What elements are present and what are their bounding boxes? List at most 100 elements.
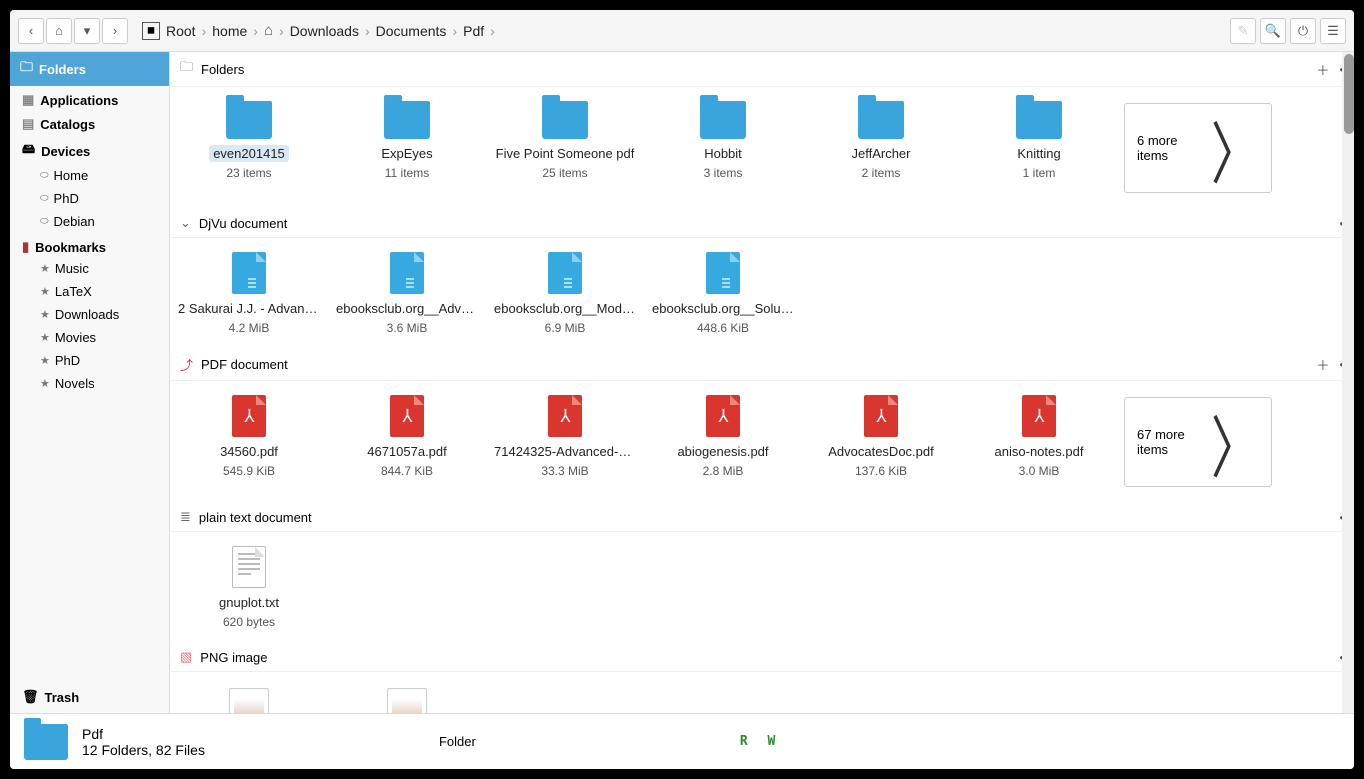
star-icon: ★: [40, 331, 50, 344]
folder-outline-icon: 🗀: [180, 58, 193, 80]
sidebar-item-home[interactable]: ⬭Home: [10, 164, 169, 187]
item-sub: 2 items: [804, 166, 958, 180]
item-sub: 11 items: [330, 166, 484, 180]
item-sub: 33.3 MiB: [488, 464, 642, 478]
nav-forward-button[interactable]: ›: [102, 18, 128, 44]
file-item[interactable]: even20141523 items: [170, 97, 328, 199]
nav-up-button[interactable]: ▾: [74, 18, 100, 44]
status-rw: R W: [740, 734, 781, 749]
file-item[interactable]: ⅄34560.pdf545.9 KiB: [170, 391, 328, 493]
group-header[interactable]: ≣plain text document•: [170, 503, 1354, 532]
folder-icon: [384, 101, 430, 139]
file-item[interactable]: 2 Sakurai J.J. - Advanced ...4.2 MiB: [170, 248, 328, 339]
nav-home-button[interactable]: ⌂: [46, 18, 72, 44]
item-sub: 448.6 KiB: [646, 321, 800, 335]
sidebar-item-novels[interactable]: ★Novels: [10, 372, 169, 395]
status-type: Folder: [439, 734, 476, 749]
nav-back-button[interactable]: ‹: [18, 18, 44, 44]
status-name: Pdf: [82, 726, 205, 742]
sidebar-item-downloads[interactable]: ★Downloads: [10, 303, 169, 326]
sidebar-item-label: LaTeX: [55, 284, 92, 299]
breadcrumb-documents[interactable]: Documents: [376, 23, 447, 39]
file-item[interactable]: ⅄abiogenesis.pdf2.8 MiB: [644, 391, 802, 493]
search-icon[interactable]: 🔍: [1260, 18, 1286, 44]
scrollbar-thumb[interactable]: [1344, 54, 1354, 134]
sidebar-trash[interactable]: 🗑 Trash: [10, 681, 169, 713]
toolbar: ‹ ⌂ ▾ › ◼ Root › home › ⌂ › Downloads › …: [10, 10, 1354, 52]
sidebar-item-phd[interactable]: ⬭PhD: [10, 187, 169, 210]
breadcrumb-downloads[interactable]: Downloads: [290, 23, 359, 39]
item-name: 2 Sakurai J.J. - Advanced ...: [174, 300, 324, 317]
pdf-badge-icon: ⤴: [180, 355, 193, 374]
file-item[interactable]: ⅄4671057a.pdf844.7 KiB: [328, 391, 486, 493]
file-item[interactable]: ExpEyes 11 items: [328, 97, 486, 199]
file-item[interactable]: ebooksclub.org__Advance...3.6 MiB: [328, 248, 486, 339]
sidebar-folders-header[interactable]: 🗀 Folders: [10, 52, 169, 86]
chevron-right-icon: ›: [279, 23, 284, 39]
more-items-button[interactable]: 67 more items〉: [1124, 397, 1272, 487]
sidebar-applications-label: Applications: [40, 93, 118, 108]
sidebar-devices[interactable]: 🖴 Devices: [10, 134, 169, 164]
items-row: even20141523 items ExpEyes 11 itemsFive Po…: [170, 87, 1354, 209]
file-item[interactable]: gnuplot.txt620 bytes: [170, 542, 328, 633]
edit-icon[interactable]: ✎: [1230, 18, 1256, 44]
root-icon[interactable]: ◼: [142, 22, 160, 40]
pdf-icon: ⅄: [232, 395, 266, 437]
scrollbar[interactable]: [1342, 52, 1354, 713]
file-item[interactable]: ⅄71424325-Advanced-Quant...33.3 MiB: [486, 391, 644, 493]
group-title: Folders: [201, 62, 244, 77]
item-name: ebooksclub.org__Solution...: [648, 300, 798, 317]
file-item[interactable]: Five Point Someone pdf25 items: [486, 97, 644, 199]
menu-icon[interactable]: ☰: [1320, 18, 1346, 44]
item-sub: 6.9 MiB: [488, 321, 642, 335]
sidebar-item-music[interactable]: ★Music: [10, 257, 169, 280]
items-row: ⅄34560.pdf545.9 KiB⅄4671057a.pdf844.7 Ki…: [170, 381, 1354, 503]
power-icon[interactable]: ⏻: [1290, 18, 1316, 44]
group-header[interactable]: ⌄DjVu document•: [170, 209, 1354, 238]
item-sub: 25 items: [488, 166, 642, 180]
file-item[interactable]: fet-sbezier.png5.2 KiB: [328, 682, 486, 713]
item-sub: 23 items: [172, 166, 326, 180]
file-item[interactable]: fet-csplines.png5.2 KiB: [170, 682, 328, 713]
folder-icon: [700, 101, 746, 139]
sidebar-bookmarks-label: Bookmarks: [35, 240, 106, 255]
add-icon[interactable]: ＋: [1316, 60, 1329, 79]
sidebar-item-phd[interactable]: ★PhD: [10, 349, 169, 372]
file-item[interactable]: ebooksclub.org__Solution... 448.6 KiB: [644, 248, 802, 339]
group-title: DjVu document: [199, 216, 287, 231]
sidebar-item-movies[interactable]: ★Movies: [10, 326, 169, 349]
item-name: Hobbit: [700, 145, 746, 162]
breadcrumb-home[interactable]: home: [212, 23, 247, 39]
status-summary: 12 Folders, 82 Files: [82, 742, 205, 758]
item-name: abiogenesis.pdf: [673, 443, 772, 460]
group-title: PDF document: [201, 357, 288, 372]
group-header[interactable]: ⤴PDF document＋•: [170, 349, 1354, 381]
item-name: ExpEyes: [377, 145, 436, 162]
file-item[interactable]: Hobbit3 items: [644, 97, 802, 199]
group-header[interactable]: ▧PNG image•: [170, 643, 1354, 672]
sidebar-bookmarks[interactable]: ▮ Bookmarks: [10, 233, 169, 257]
item-sub: 545.9 KiB: [172, 464, 326, 478]
more-items-button[interactable]: 6 more items〉: [1124, 103, 1272, 193]
star-icon: ★: [40, 285, 50, 298]
file-item[interactable]: Knitting1 item: [960, 97, 1118, 199]
file-item[interactable]: ebooksclub.org__Modern_...6.9 MiB: [486, 248, 644, 339]
add-icon[interactable]: ＋: [1316, 355, 1329, 374]
file-item[interactable]: JeffArcher2 items: [802, 97, 960, 199]
group-header[interactable]: 🗀Folders＋•: [170, 52, 1354, 87]
file-item[interactable]: ⅄AdvocatesDoc.pdf137.6 KiB: [802, 391, 960, 493]
sidebar-item-latex[interactable]: ★ LaTeX: [10, 280, 169, 303]
file-item[interactable]: ⅄aniso-notes.pdf3.0 MiB: [960, 391, 1118, 493]
home-icon[interactable]: ⌂: [264, 22, 273, 39]
sidebar-item-label: Home: [54, 168, 89, 183]
sidebar-applications[interactable]: ▦ Applications: [10, 86, 169, 110]
trash-icon: 🗑: [22, 689, 39, 705]
sidebar-catalogs[interactable]: ▤ Catalogs: [10, 110, 169, 134]
chevron-right-icon: ›: [365, 23, 370, 39]
breadcrumb-pdf[interactable]: Pdf: [463, 23, 484, 39]
sidebar-item-debian[interactable]: ⬭Debian: [10, 210, 169, 233]
sidebar-catalogs-label: Catalogs: [40, 117, 95, 132]
breadcrumb-root[interactable]: Root: [166, 23, 196, 39]
folder-icon: 🗀: [20, 58, 33, 80]
content-area: 🗀Folders＋•even20141523 itemsExpEyes11 it…: [170, 52, 1354, 713]
